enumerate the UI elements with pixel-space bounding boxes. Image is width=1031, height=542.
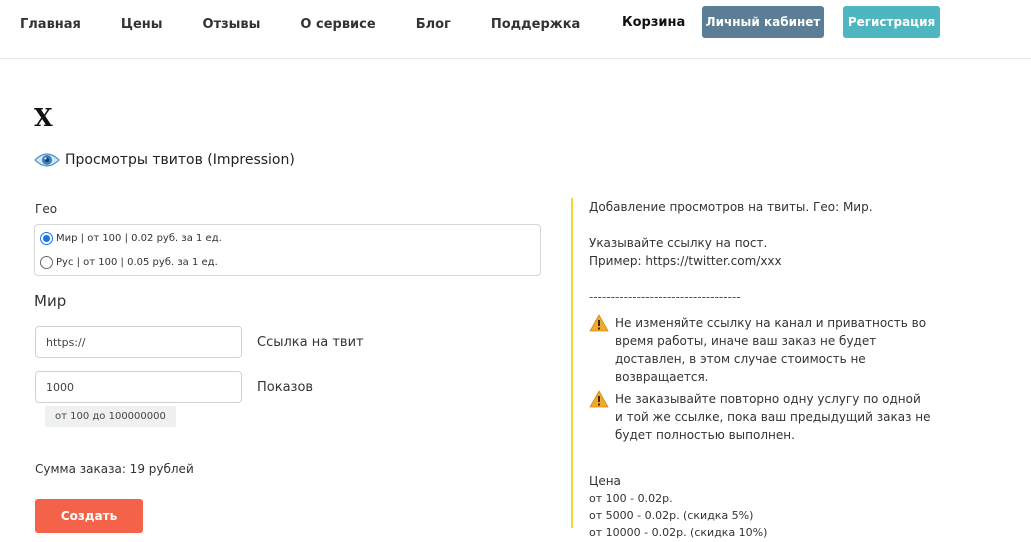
warning-icon [589,390,609,408]
nav-item-support[interactable]: Поддержка [491,17,580,32]
nav-item-prices[interactable]: Цены [121,17,163,32]
service-subtitle: Просмотры твитов (Impression) [65,152,295,168]
quantity-range-hint: от 100 до 100000000 [45,406,176,427]
header: Главная Цены Отзывы О сервисе Блог Подде… [0,0,1031,59]
nav-item-blog[interactable]: Блог [416,17,451,32]
nav-item-reviews[interactable]: Отзывы [203,17,261,32]
warning-icon [589,314,609,332]
tweet-link-label: Ссылка на твит [257,335,364,350]
geo-option-world-label: Мир | от 100 | 0.02 руб. за 1 ед. [56,233,222,244]
nav-item-home[interactable]: Главная [20,17,81,32]
geo-option-rus-label: Рус | от 100 | 0.05 руб. за 1 ед. [56,257,218,268]
price-line: от 5000 - 0.02р. (скидка 5%) [589,509,754,522]
cabinet-button[interactable]: Личный кабинет [702,6,824,38]
geo-option-rus[interactable]: Рус | от 100 | 0.05 руб. за 1 ед. [40,256,218,269]
service-subtitle-row: Просмотры твитов (Impression) [34,150,295,170]
geo-options-box: Мир | от 100 | 0.02 руб. за 1 ед. Рус | … [34,224,541,276]
impressions-input[interactable]: 1000 [35,371,242,403]
price-title: Цена [589,474,621,488]
warning-block-1: Не изменяйте ссылку на канал и приватнос… [589,314,931,386]
cart-link[interactable]: Корзина [622,15,685,30]
order-sum: Сумма заказа: 19 рублей [35,462,194,476]
info-divider: ----------------------------------- [589,290,741,304]
create-button[interactable]: Создать [35,499,143,533]
register-button[interactable]: Регистрация [843,6,940,38]
warning-text-1: Не изменяйте ссылку на канал и приватнос… [615,316,927,384]
impressions-label: Показов [257,380,314,395]
radio-world[interactable] [40,232,53,245]
geo-label: Гео [35,202,58,216]
warning-text-2: Не заказывайте повторно одну услугу по о… [615,392,931,442]
selected-geo-heading: Мир [34,292,67,310]
warning-block-2: Не заказывайте повторно одну услугу по о… [589,390,931,444]
price-line: от 10000 - 0.02р. (скидка 10%) [589,526,768,539]
service-title: X [34,103,53,132]
info-instruction: Указывайте ссылку на пост. [589,236,768,250]
radio-rus[interactable] [40,256,53,269]
info-intro: Добавление просмотров на твиты. Гео: Мир… [589,200,873,214]
eye-icon [34,153,60,167]
service-info-panel: Добавление просмотров на твиты. Гео: Мир… [571,198,931,539]
geo-option-world[interactable]: Мир | от 100 | 0.02 руб. за 1 ед. [40,232,222,245]
price-line: от 100 - 0.02р. [589,492,673,505]
main-nav: Главная Цены Отзывы О сервисе Блог Подде… [20,17,620,32]
tweet-link-input[interactable]: https:// [35,326,242,358]
nav-item-about[interactable]: О сервисе [300,17,375,32]
info-example: Пример: https://twitter.com/xxx [589,254,782,268]
